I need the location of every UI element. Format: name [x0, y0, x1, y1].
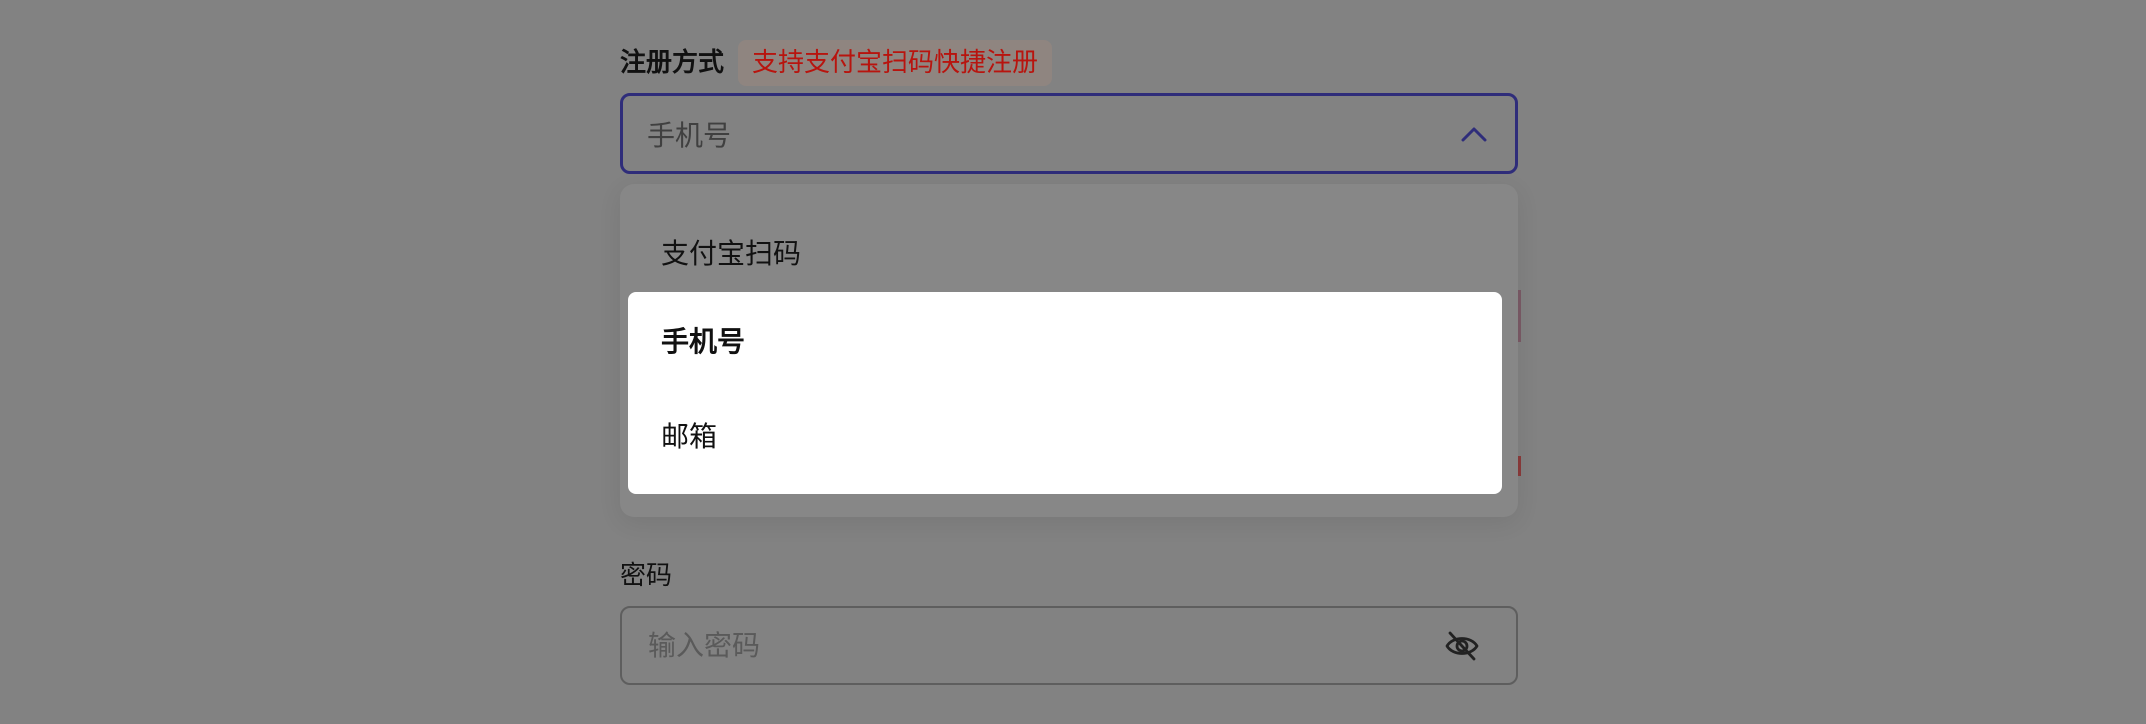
register-method-select[interactable]: 手机号: [620, 93, 1518, 174]
password-field[interactable]: [620, 606, 1518, 685]
underlying-field-edge: [1518, 456, 1521, 476]
eye-off-icon[interactable]: [1444, 628, 1480, 664]
register-method-selected-value: 手机号: [647, 118, 732, 152]
chevron-up-icon[interactable]: [1459, 124, 1489, 144]
dropdown-highlight-panel: 手机号 邮箱: [628, 292, 1502, 494]
password-label: 密码: [620, 561, 673, 591]
page: 注册方式 支持支付宝扫码快捷注册 手机号 支付宝扫码 手机号 邮箱 密码: [0, 0, 2146, 724]
register-form: 注册方式 支持支付宝扫码快捷注册 手机号 支付宝扫码 手机号 邮箱 密码: [620, 0, 1521, 724]
option-phone[interactable]: 手机号: [628, 292, 1502, 388]
underlying-field-edge: [1518, 290, 1521, 342]
option-email[interactable]: 邮箱: [628, 387, 1502, 483]
register-method-dropdown: 支付宝扫码 手机号 邮箱: [620, 184, 1518, 517]
alipay-quick-register-badge: 支持支付宝扫码快捷注册: [738, 40, 1053, 86]
password-input[interactable]: [646, 628, 1410, 663]
option-alipay-scan[interactable]: 支付宝扫码: [620, 204, 1518, 300]
register-method-label-row: 注册方式 支持支付宝扫码快捷注册: [620, 40, 1053, 86]
register-method-label: 注册方式: [620, 48, 725, 78]
